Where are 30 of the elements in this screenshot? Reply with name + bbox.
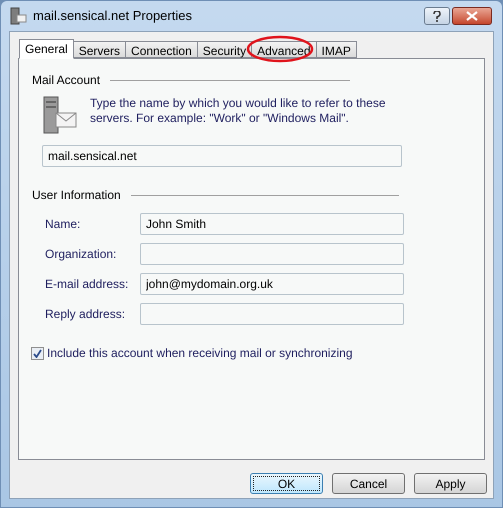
dialog-button[interactable]: OK [250,473,323,494]
help-button[interactable] [424,7,450,25]
check-icon [33,348,42,358]
tab[interactable]: General [19,39,74,59]
dialog-button[interactable]: Cancel [332,473,405,494]
section-heading: Mail Account [32,72,100,89]
checkbox[interactable] [31,346,44,360]
field-label: Reply address: [45,306,126,323]
close-button[interactable] [452,7,492,25]
account-name-field[interactable]: mail.sensical.net [42,145,402,167]
checkbox-label: Include this account when receiving mail or synchronizing [47,345,352,362]
dialog-button[interactable]: Apply [414,473,487,494]
server-mail-icon [42,95,78,135]
description-text: Type the name by which you would like to refer to these servers. For example: "Work" or "Windows Mail". [90,96,386,127]
tab[interactable]: Servers [72,41,126,58]
input-field[interactable] [140,303,404,325]
tab[interactable]: Security [196,41,252,58]
close-icon [466,11,478,21]
help-icon [433,10,441,22]
tab[interactable]: Connection [125,41,198,58]
window-title: mail.sensical.net Properties [33,7,192,26]
input-field[interactable] [140,243,404,265]
server-icon [9,7,27,25]
input-field[interactable]: john@mydomain.org.uk [140,273,404,295]
input-field[interactable]: John Smith [140,213,404,235]
tab[interactable]: IMAP [316,41,357,58]
field-label: Organization: [45,246,118,263]
field-label: E-mail address: [45,276,130,293]
section-heading: User Information [32,187,121,204]
field-label: Name: [45,216,82,233]
